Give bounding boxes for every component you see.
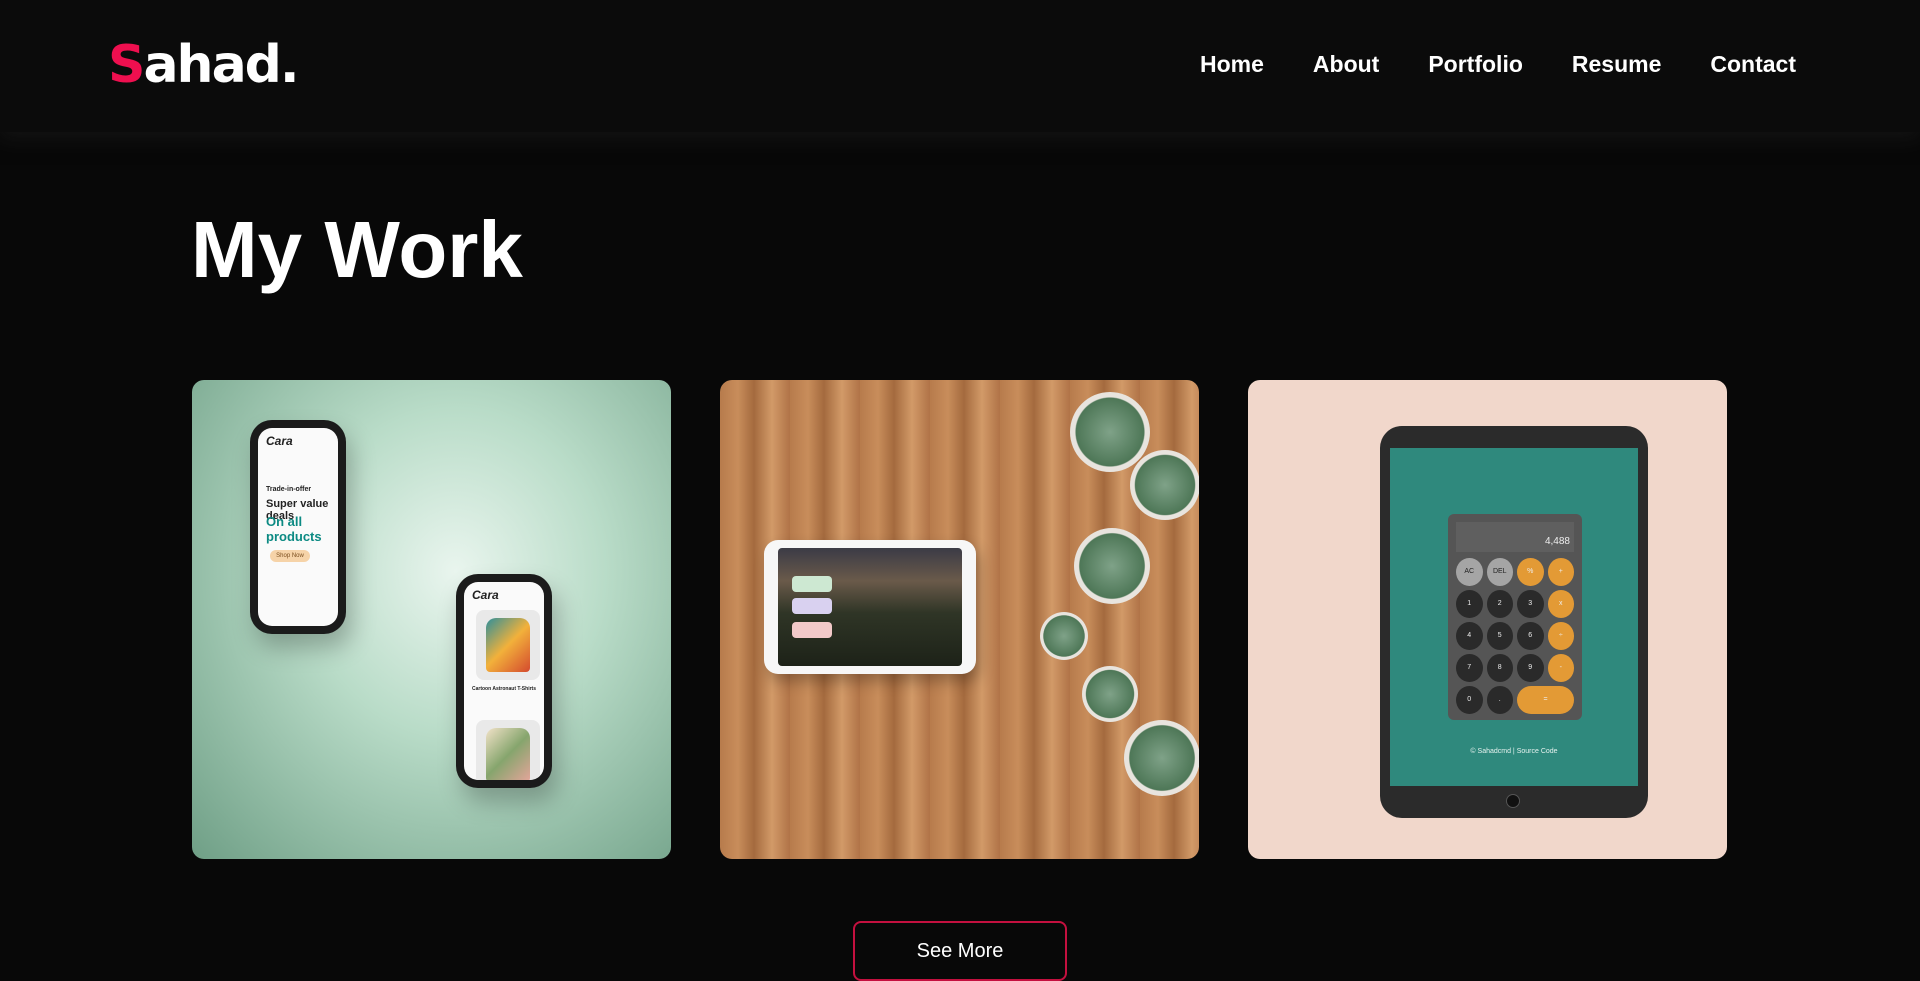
project-card-ecommerce[interactable]: Cara Trade-in-offer Super value deals On… [192, 380, 671, 859]
nav-resume[interactable]: Resume [1572, 44, 1661, 84]
phone-mockup: Cara Trade-in-offer Super value deals On… [250, 420, 346, 634]
calc-key-equals: = [1517, 686, 1574, 714]
calc-key-3: 3 [1517, 590, 1544, 618]
calculator: 4,488 AC DEL % + 1 2 3 x 4 5 6 ÷ 7 8 9 -… [1448, 514, 1582, 720]
tablet-mockup [764, 540, 976, 674]
mock-tagline-2: On all products [266, 514, 322, 544]
logo-initial: S [108, 35, 145, 95]
mock-shop-button: Shop Now [270, 550, 310, 562]
phone-mockup: Cara Cartoon Astronaut T-Shirts [456, 574, 552, 788]
weather-widget [792, 576, 832, 592]
calc-key-6: 6 [1517, 622, 1544, 650]
mock-product-name: Cartoon Astronaut T-Shirts [472, 686, 536, 692]
calc-key-del: DEL [1486, 558, 1513, 586]
dashboard-screen [778, 548, 962, 666]
calc-key-plus: + [1547, 558, 1574, 586]
ph-widget [792, 622, 832, 638]
calc-key-7: 7 [1456, 654, 1483, 682]
calc-key-percent: % [1517, 558, 1544, 586]
main-nav: Home About Portfolio Resume Contact [1200, 44, 1796, 84]
calc-key-multiply: x [1547, 590, 1574, 618]
site-logo[interactable]: Sahad. [108, 28, 300, 102]
calc-key-2: 2 [1486, 590, 1513, 618]
mock-brand: Cara [472, 588, 499, 602]
calc-key-divide: ÷ [1547, 622, 1574, 650]
calc-key-4: 4 [1456, 622, 1483, 650]
project-card-calculator[interactable]: 4,488 AC DEL % + 1 2 3 x 4 5 6 ÷ 7 8 9 -… [1248, 380, 1727, 859]
ipad-home-button [1506, 794, 1520, 808]
mock-brand: Cara [266, 434, 293, 448]
shirt-image [476, 610, 540, 680]
plant-image [1082, 666, 1138, 722]
shirt-image [476, 720, 540, 780]
nav-portfolio[interactable]: Portfolio [1428, 44, 1523, 84]
plant-image [1130, 450, 1199, 520]
section-heading: My Work [191, 205, 523, 294]
calc-key-5: 5 [1486, 622, 1513, 650]
calc-key-8: 8 [1486, 654, 1513, 682]
ipad-mockup: 4,488 AC DEL % + 1 2 3 x 4 5 6 ÷ 7 8 9 -… [1380, 426, 1648, 818]
humidity-widget [792, 598, 832, 614]
calc-key-1: 1 [1456, 590, 1483, 618]
calc-key-dot: . [1486, 686, 1513, 714]
calc-key-ac: AC [1456, 558, 1483, 586]
calc-key-0: 0 [1456, 686, 1483, 714]
see-more-button[interactable]: See More [853, 921, 1067, 981]
calc-key-minus: - [1547, 654, 1574, 682]
calculator-display: 4,488 [1456, 522, 1574, 552]
calc-key-9: 9 [1517, 654, 1544, 682]
plant-image [1124, 720, 1199, 796]
plant-image [1070, 392, 1150, 472]
calculator-footer: © Sahadcmd | Source Code [1470, 748, 1558, 755]
mock-tagline-small: Trade-in-offer [266, 486, 312, 493]
project-card-dashboard[interactable] [720, 380, 1199, 859]
logo-text: ahad. [143, 35, 299, 95]
plant-image [1040, 612, 1088, 660]
site-header: Sahad. Home About Portfolio Resume Conta… [0, 0, 1920, 132]
nav-home[interactable]: Home [1200, 44, 1264, 84]
plant-image [1074, 528, 1150, 604]
nav-about[interactable]: About [1313, 44, 1379, 84]
nav-contact[interactable]: Contact [1710, 44, 1796, 84]
